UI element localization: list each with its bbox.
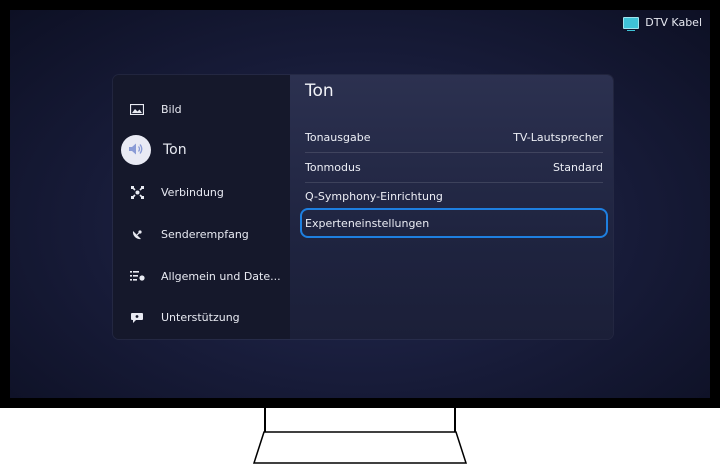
sidebar-item-unterstuetzung[interactable]: Unterstützung (113, 297, 290, 337)
menu-row-q-symphony[interactable]: Q-Symphony-Einrichtung (305, 182, 603, 211)
source-label: DTV Kabel (645, 16, 702, 29)
sidebar-item-label: Ton (163, 142, 187, 158)
row-label: Tonmodus (305, 161, 361, 174)
connection-icon (127, 182, 147, 202)
row-value: Standard (552, 161, 603, 174)
sidebar-item-label: Bild (161, 102, 182, 116)
settings-content: Ton Tonausgabe TV-Lautsprecher Tonmodus … (290, 75, 613, 339)
picture-icon (127, 99, 147, 119)
menu-row-tonmodus[interactable]: Tonmodus Standard (305, 153, 603, 182)
sidebar-item-senderempfang[interactable]: Senderempfang (113, 214, 290, 254)
menu-row-tonausgabe[interactable]: Tonausgabe TV-Lautsprecher (305, 123, 603, 152)
row-label: Q-Symphony-Einrichtung (305, 190, 443, 203)
sidebar-item-bild[interactable]: Bild (113, 89, 290, 129)
row-value: TV-Lautsprecher (513, 131, 603, 144)
satellite-dish-icon (127, 224, 147, 244)
sidebar-item-label: Allgemein und Date... (161, 269, 281, 283)
row-label: Experteneinstellungen (305, 217, 430, 230)
sidebar-item-allgemein[interactable]: Allgemein und Date... (113, 256, 290, 296)
row-label: Tonausgabe (305, 131, 371, 144)
active-indicator (121, 135, 151, 165)
sidebar-item-verbindung[interactable]: Verbindung (113, 172, 290, 212)
speaker-icon (128, 142, 144, 159)
sidebar-item-label: Senderempfang (161, 227, 249, 241)
tv-stand-neck (264, 408, 456, 432)
sidebar-item-label: Verbindung (161, 185, 224, 199)
tv-screen: DTV Kabel Bild Ton Verbindung Senderempf… (10, 10, 710, 398)
input-source-indicator: DTV Kabel (623, 16, 702, 31)
general-settings-icon (127, 266, 147, 286)
support-icon (127, 307, 147, 327)
page-title: Ton (305, 81, 334, 101)
tv-source-icon (623, 16, 640, 31)
menu-row-experteneinstellungen[interactable]: Experteneinstellungen (305, 209, 603, 238)
tv-frame: DTV Kabel Bild Ton Verbindung Senderempf… (0, 0, 720, 408)
settings-sidebar: Bild Ton Verbindung Senderempfang Allgem… (113, 75, 290, 339)
settings-menu: Bild Ton Verbindung Senderempfang Allgem… (113, 75, 613, 339)
sidebar-item-label: Unterstützung (161, 310, 240, 324)
sidebar-item-ton[interactable]: Ton (113, 130, 290, 170)
